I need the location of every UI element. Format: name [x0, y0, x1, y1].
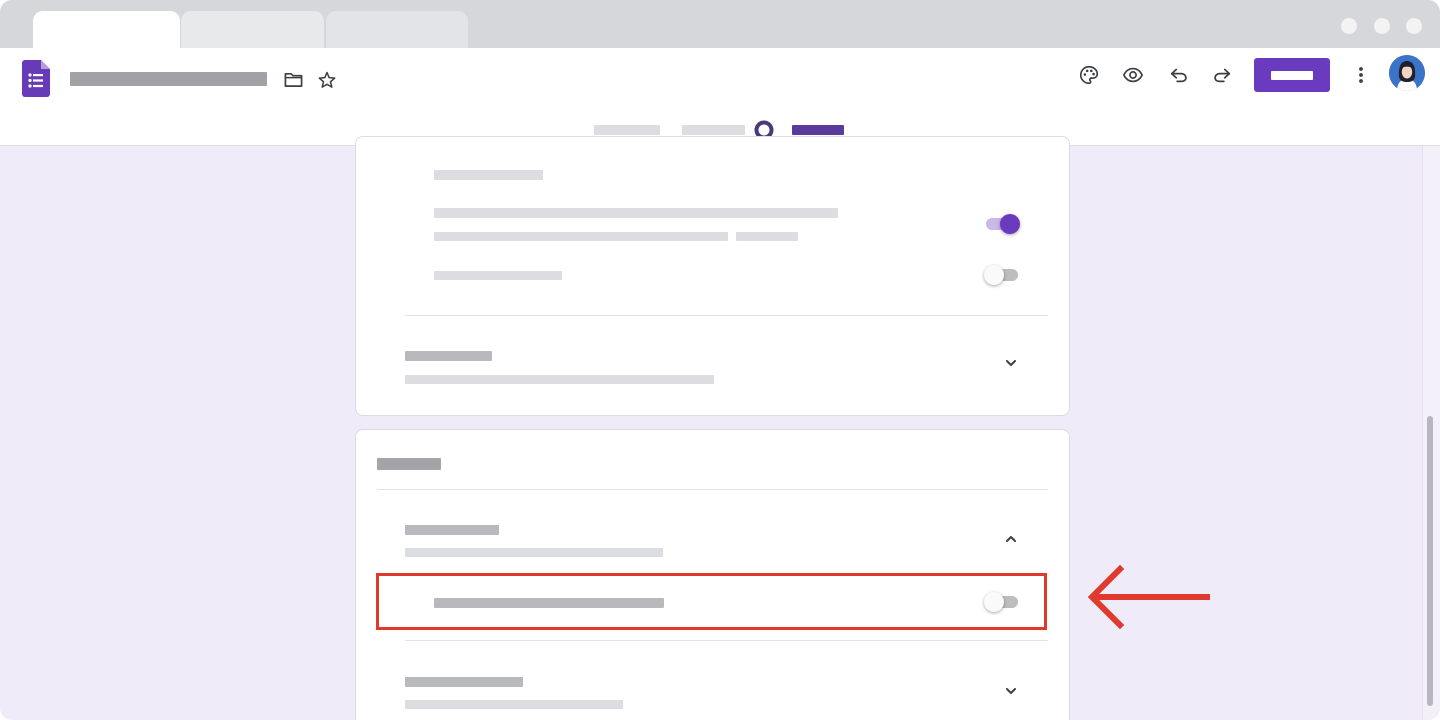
section-description — [405, 548, 663, 557]
avatar[interactable] — [1389, 55, 1425, 91]
more-vert-icon[interactable] — [1353, 64, 1369, 86]
tab-2[interactable] — [181, 11, 324, 48]
folder-icon[interactable] — [284, 71, 303, 88]
section-description — [405, 700, 623, 709]
toggle-knob — [1000, 214, 1020, 234]
card-heading-divider — [377, 489, 1048, 490]
window-dot[interactable] — [1374, 18, 1390, 34]
app-header — [0, 48, 1440, 146]
tab-questions[interactable] — [594, 125, 660, 135]
scrollbar-thumb[interactable] — [1427, 416, 1433, 706]
star-icon[interactable] — [317, 70, 337, 90]
google-forms-icon[interactable] — [22, 60, 50, 97]
scrollbar[interactable] — [1422, 146, 1440, 720]
toggle-knob — [984, 265, 1004, 285]
user-avatar-icon — [1389, 55, 1425, 91]
tab-responses[interactable] — [682, 125, 745, 135]
setting-toggle-on[interactable] — [984, 214, 1020, 234]
undo-icon[interactable] — [1168, 64, 1190, 86]
browser-window — [0, 0, 1440, 720]
preview-eye-icon[interactable] — [1121, 64, 1145, 86]
highlight-box — [376, 573, 1047, 630]
window-dot[interactable] — [1406, 18, 1422, 34]
setting-link[interactable] — [736, 232, 798, 241]
settings-main — [0, 136, 1440, 720]
card-heading — [377, 458, 441, 470]
setting-description — [434, 232, 728, 241]
window-dot[interactable] — [1341, 18, 1357, 34]
section-divider — [405, 315, 1048, 316]
settings-card-1 — [355, 136, 1070, 416]
redo-icon[interactable] — [1211, 64, 1233, 86]
palette-icon[interactable] — [1078, 64, 1100, 86]
chevron-down-icon[interactable] — [1004, 684, 1018, 698]
tab-settings[interactable] — [792, 125, 844, 135]
chevron-down-icon[interactable] — [1004, 356, 1018, 370]
section-divider — [405, 640, 1048, 641]
setting-label — [434, 208, 838, 218]
active-tab[interactable] — [33, 11, 180, 48]
chevron-up-icon[interactable] — [1004, 532, 1018, 546]
tab-3[interactable] — [326, 11, 468, 48]
send-button[interactable] — [1254, 58, 1330, 92]
section-title[interactable] — [405, 351, 492, 361]
form-title[interactable] — [70, 72, 267, 86]
setting-toggle-off[interactable] — [984, 265, 1020, 285]
browser-chrome — [0, 0, 1440, 48]
section-title[interactable] — [405, 677, 523, 687]
section-description — [405, 375, 714, 384]
red-left-arrow-icon — [1087, 564, 1210, 630]
send-button-label — [1271, 70, 1313, 80]
subsection-label — [434, 170, 543, 180]
setting-label — [434, 271, 562, 280]
section-title[interactable] — [405, 525, 499, 535]
